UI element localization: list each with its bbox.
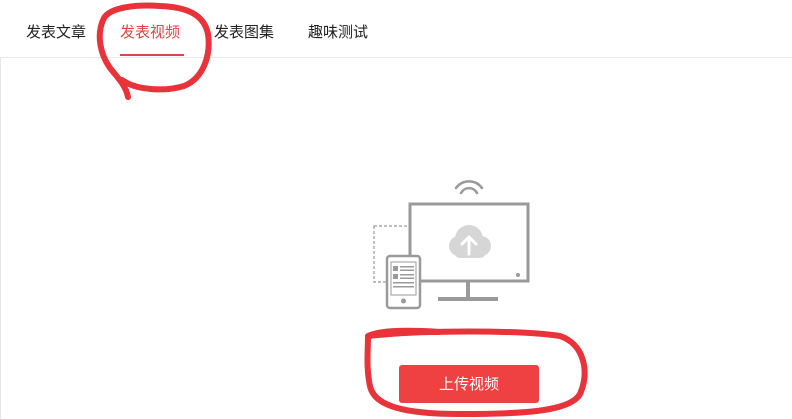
tab-publish-video[interactable]: 发表视频 bbox=[120, 20, 180, 44]
tab-fun-quiz[interactable]: 趣味测试 bbox=[308, 20, 368, 44]
phone-icon bbox=[385, 254, 422, 310]
active-tab-indicator bbox=[120, 54, 184, 56]
publish-tab-bar: 发表文章 发表视频 发表图集 趣味测试 bbox=[0, 0, 792, 58]
upload-video-button[interactable]: 上传视频 bbox=[399, 365, 539, 403]
publish-page: 发表文章 发表视频 发表图集 趣味测试 上传视频 bbox=[0, 0, 792, 419]
wifi-icon bbox=[454, 180, 484, 195]
video-upload-illustration bbox=[373, 180, 530, 310]
content-left-border bbox=[0, 58, 1, 419]
tab-publish-gallery[interactable]: 发表图集 bbox=[214, 20, 274, 44]
tab-publish-article[interactable]: 发表文章 bbox=[26, 20, 86, 44]
